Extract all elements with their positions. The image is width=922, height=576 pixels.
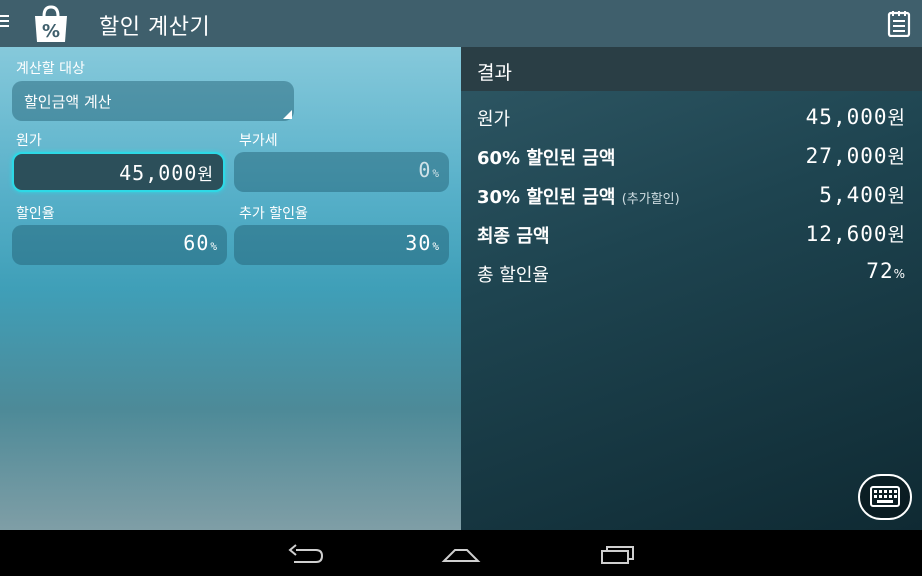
result-row-value: 72%: [866, 259, 906, 283]
result-row-number: 72: [866, 259, 894, 283]
result-row-unit: %: [893, 267, 906, 281]
shopping-bag-percent-icon[interactable]: %: [30, 4, 72, 44]
result-row-number: 27,000: [805, 144, 888, 168]
result-row-value: 27,000원: [806, 142, 906, 169]
result-title: 결과: [477, 62, 512, 84]
result-row-label: 30% 할인된 금액: [477, 187, 616, 208]
extra-rate-input[interactable]: 30%: [234, 225, 449, 265]
result-row-sublabel: (추가할인): [621, 192, 680, 207]
result-row-unit: 원: [887, 146, 906, 168]
result-row-unit: 원: [887, 185, 906, 207]
navigation-bar: [0, 530, 922, 576]
target-select[interactable]: 할인금액 계산: [12, 81, 294, 121]
svg-text:%: %: [42, 21, 60, 42]
input-panel: 계산할 대상 할인금액 계산 원가 45,000원 부가세 0% 할인율 60%…: [0, 47, 461, 530]
rate-label: 할인율: [16, 206, 55, 222]
result-panel: 결과 원가 45,000원 60% 할인된 금액 27,000원 30% 할인된…: [461, 47, 922, 530]
result-row-number: 5,400: [819, 183, 888, 207]
result-row-value: 5,400원: [819, 181, 906, 208]
result-row-label-group: 30% 할인된 금액 (추가할인): [477, 183, 680, 209]
result-row-number: 12,600: [805, 222, 888, 246]
result-row-label: 원가: [477, 109, 511, 130]
dropdown-corner-icon: [283, 110, 292, 119]
app-title: 할인 계산기: [99, 15, 211, 40]
target-label: 계산할 대상: [16, 61, 85, 77]
extra-rate-value: 30: [405, 231, 432, 255]
result-row-value: 45,000원: [806, 103, 906, 130]
result-row-label: 60% 할인된 금액: [477, 148, 616, 169]
result-row-unit: 원: [887, 224, 906, 246]
result-row-number: 45,000: [805, 105, 888, 129]
vat-label: 부가세: [239, 133, 278, 149]
rate-unit: %: [210, 240, 217, 253]
extra-rate-unit: %: [432, 240, 439, 253]
vat-value: 0: [418, 158, 432, 182]
result-row-unit: 원: [887, 107, 906, 129]
notes-icon[interactable]: [887, 10, 911, 38]
rate-input[interactable]: 60%: [12, 225, 227, 265]
keyboard-toggle-button[interactable]: [858, 474, 912, 520]
result-header: 결과: [461, 47, 922, 91]
home-icon[interactable]: [441, 538, 481, 568]
rate-value: 60: [183, 231, 210, 255]
extra-rate-label: 추가 할인율: [239, 206, 308, 222]
result-row-label: 총 할인율: [477, 265, 549, 286]
price-unit: 원: [197, 165, 213, 185]
back-icon[interactable]: [286, 538, 326, 568]
price-value: 45,000: [119, 161, 198, 185]
action-bar: % 할인 계산기: [0, 0, 922, 47]
vat-unit: %: [432, 167, 439, 180]
result-row-label: 최종 금액: [477, 226, 550, 247]
recents-icon[interactable]: [598, 538, 638, 568]
menu-icon[interactable]: [0, 15, 10, 31]
screen: % 할인 계산기 계산할 대상 할인금액 계산 원가 45,000원 부가세 0…: [0, 0, 922, 576]
vat-input[interactable]: 0%: [234, 152, 449, 192]
price-input[interactable]: 45,000원: [12, 152, 225, 192]
target-select-value: 할인금액 계산: [24, 93, 112, 111]
keyboard-icon: [870, 486, 900, 507]
price-label: 원가: [16, 133, 42, 149]
result-row-value: 12,600원: [806, 220, 906, 247]
